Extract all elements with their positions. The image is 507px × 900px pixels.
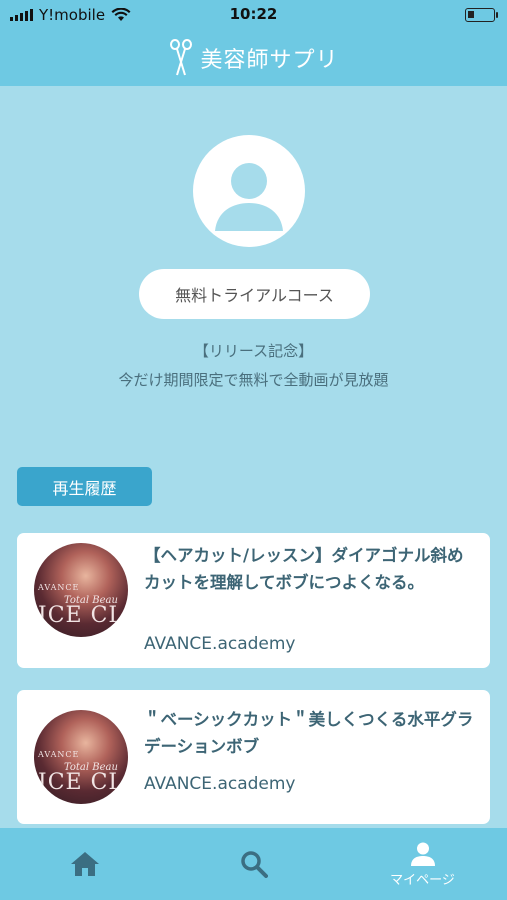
thumbnail-text: ICE CI xyxy=(38,603,119,628)
video-card[interactable]: AVANCE Total Beau ICE CI ＂ベーシックカット＂美しくつく… xyxy=(17,690,490,824)
tab-home[interactable] xyxy=(0,828,169,900)
video-thumbnail: AVANCE Total Beau ICE CI xyxy=(34,543,128,637)
avatar[interactable] xyxy=(193,135,305,247)
history-section-label: 再生履歴 xyxy=(17,467,152,506)
video-thumbnail: AVANCE Total Beau ICE CI xyxy=(34,710,128,804)
search-icon xyxy=(240,851,268,878)
home-icon xyxy=(70,852,99,876)
video-title: ＂ベーシックカット＂美しくつくる水平グラデーションボブ xyxy=(144,710,474,756)
video-channel: AVANCE.academy xyxy=(144,634,296,654)
app-title: 美容師サプリ xyxy=(200,48,339,73)
scissors-icon xyxy=(170,39,193,76)
promo-text: 今だけ期間限定で無料で全動画が見放題 xyxy=(118,371,389,389)
nav-bar: 美容師サプリ xyxy=(0,30,507,86)
promo-heading: 【リリース記念】 xyxy=(193,342,314,360)
video-card[interactable]: AVANCE Total Beau ICE CI 【ヘアカット/レッスン】ダイア… xyxy=(17,533,490,668)
status-bar: Y!mobile 10:22 xyxy=(0,0,507,30)
video-channel: AVANCE.academy xyxy=(144,774,296,794)
course-badge[interactable]: 無料トライアルコース xyxy=(139,269,370,319)
person-icon xyxy=(410,842,435,866)
tab-bar: マイページ xyxy=(0,828,507,900)
battery-icon xyxy=(465,8,498,22)
video-title: 【ヘアカット/レッスン】ダイアゴナル斜めカットを理解してボブにつよくなる。 xyxy=(144,546,464,592)
tab-mypage[interactable]: マイページ xyxy=(338,828,507,900)
thumbnail-text: ICE CI xyxy=(38,770,119,795)
thumbnail-text: AVANCE xyxy=(38,583,80,592)
tab-mypage-label: マイページ xyxy=(390,872,455,888)
tab-search[interactable] xyxy=(169,828,338,900)
user-icon xyxy=(215,163,283,231)
thumbnail-text: AVANCE xyxy=(38,750,80,759)
status-time: 10:22 xyxy=(229,5,278,23)
